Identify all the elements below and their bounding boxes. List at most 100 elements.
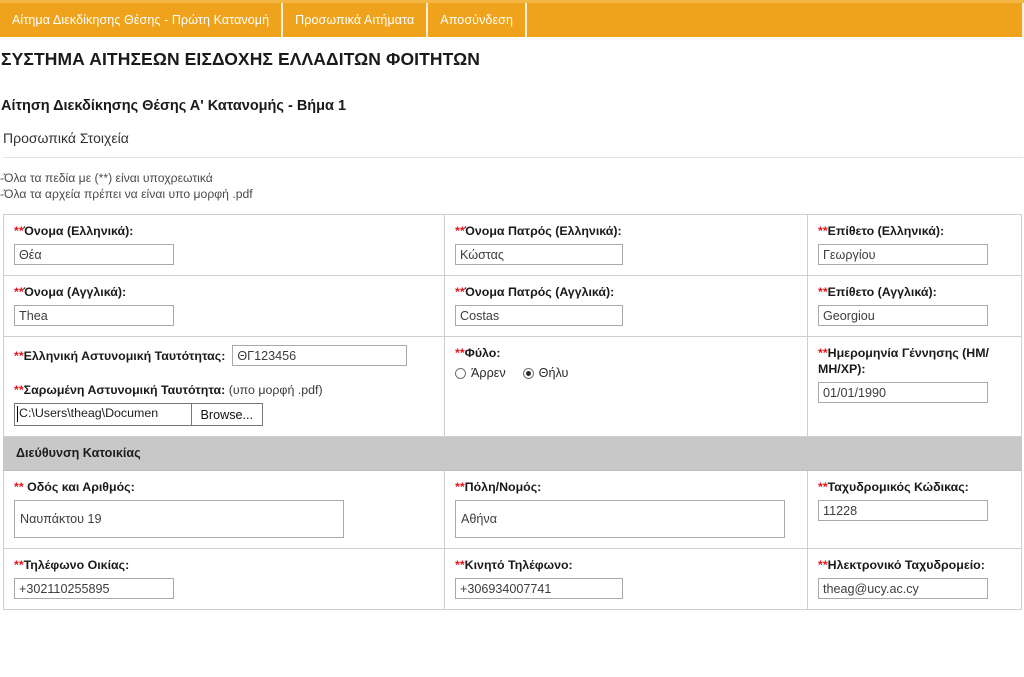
label-street: ** Οδός και Αριθμός: <box>14 479 434 495</box>
label-text: Όνομα (Ελληνικά): <box>23 224 134 238</box>
required-marker: ** <box>818 346 828 360</box>
label-text: Ημερομηνία Γέννησης (ΗΜ/ΜΗ/ΧΡ): <box>818 346 990 376</box>
gender-radio-group: Άρρεν Θήλυ <box>455 366 797 380</box>
email-input[interactable] <box>818 578 988 599</box>
required-marker: ** <box>14 224 24 238</box>
street-input[interactable] <box>14 500 344 538</box>
label-text: Πόλη/Νομός: <box>464 480 542 494</box>
cell-first-name-en: **Όνομα (Αγγλικά): <box>3 275 445 337</box>
father-name-gr-input[interactable] <box>455 244 623 265</box>
cell-city: **Πόλη/Νομός: <box>444 470 808 549</box>
required-marker: ** <box>455 224 465 238</box>
label-mobile-phone: **Κινητό Τηλέφωνο: <box>455 557 797 573</box>
mobile-phone-input[interactable] <box>455 578 623 599</box>
address-section-title: Διεύθυνση Κατοικίας <box>16 446 141 460</box>
file-path-text[interactable]: C:\Users\theag\Documen <box>15 404 192 425</box>
nav-item-logout[interactable]: Αποσύνδεση <box>428 3 528 37</box>
label-id-number: **Ελληνική Αστυνομική Ταυτότητας: <box>14 348 225 364</box>
label-text: Όνομα Πατρός (Αγγλικά): <box>464 285 615 299</box>
cell-father-name-en: **Όνομα Πατρός (Αγγλικά): <box>444 275 808 337</box>
birth-date-input[interactable] <box>818 382 988 403</box>
first-name-en-input[interactable] <box>14 305 174 326</box>
required-marker: ** <box>818 480 828 494</box>
cell-street: ** Οδός και Αριθμός: <box>3 470 445 549</box>
form-notes: -Όλα τα πεδία με (**) είναι υποχρεωτικά … <box>0 170 1024 202</box>
required-marker: ** <box>14 348 24 363</box>
table-row: **Όνομα (Αγγλικά): **Όνομα Πατρός (Αγγλι… <box>3 275 1022 337</box>
table-row: **Τηλέφωνο Οικίας: **Κινητό Τηλέφωνο: **… <box>3 548 1022 610</box>
label-first-name-gr: **Όνομα (Ελληνικά): <box>14 223 434 239</box>
label-last-name-gr: **Επίθετο (Ελληνικά): <box>818 223 1011 239</box>
cell-mobile-phone: **Κινητό Τηλέφωνο: <box>444 548 808 610</box>
cell-last-name-en: **Επίθετο (Αγγλικά): <box>807 275 1022 337</box>
label-city: **Πόλη/Νομός: <box>455 479 797 495</box>
label-text: Επίθετο (Ελληνικά): <box>827 224 945 238</box>
label-father-name-en: **Όνομα Πατρός (Αγγλικά): <box>455 284 797 300</box>
label-postcode: **Ταχυδρομικός Κώδικας: <box>818 479 1011 495</box>
city-input[interactable] <box>455 500 785 538</box>
cell-identity: **Ελληνική Αστυνομική Ταυτότητας: **Σαρω… <box>3 336 445 437</box>
label-first-name-en: **Όνομα (Αγγλικά): <box>14 284 434 300</box>
required-marker: ** <box>818 558 828 572</box>
postcode-input[interactable] <box>818 500 988 521</box>
required-marker: ** <box>455 285 465 299</box>
id-number-input[interactable] <box>232 345 408 366</box>
cell-gender: **Φύλο: Άρρεν Θήλυ <box>444 336 808 437</box>
required-marker: ** <box>818 224 828 238</box>
required-marker: ** <box>14 480 24 494</box>
cell-email: **Ηλεκτρονικό Ταχυδρομείο: <box>807 548 1022 610</box>
id-scan-block: **Σαρωμένη Αστυνομική Ταυτότητα: (υπο μο… <box>14 382 434 426</box>
required-marker: ** <box>455 480 465 494</box>
label-gender: **Φύλο: <box>455 345 797 361</box>
cell-last-name-gr: **Επίθετο (Ελληνικά): <box>807 214 1022 276</box>
last-name-en-input[interactable] <box>818 305 988 326</box>
label-home-phone: **Τηλέφωνο Οικίας: <box>14 557 434 573</box>
label-text: Όνομα (Αγγλικά): <box>23 285 127 299</box>
label-id-scan-hint: (υπο μορφή .pdf) <box>228 383 323 397</box>
cell-first-name-gr: **Όνομα (Ελληνικά): <box>3 214 445 276</box>
address-section-header: Διεύθυνση Κατοικίας <box>3 436 1022 471</box>
cell-home-phone: **Τηλέφωνο Οικίας: <box>3 548 445 610</box>
label-text: Όνομα Πατρός (Ελληνικά): <box>464 224 622 238</box>
required-marker: ** <box>14 383 24 397</box>
table-row: **Όνομα (Ελληνικά): **Όνομα Πατρός (Ελλη… <box>3 214 1022 276</box>
last-name-gr-input[interactable] <box>818 244 988 265</box>
gender-radio-female[interactable] <box>522 367 534 379</box>
required-marker: ** <box>455 346 465 360</box>
note-pdf-format: -Όλα τα αρχεία πρέπει να είναι υπο μορφή… <box>0 187 253 201</box>
home-phone-input[interactable] <box>14 578 174 599</box>
cell-birth-date: **Ημερομηνία Γέννησης (ΗΜ/ΜΗ/ΧΡ): <box>807 336 1022 437</box>
cell-father-name-gr: **Όνομα Πατρός (Ελληνικά): <box>444 214 808 276</box>
label-text: Οδός και Αριθμός: <box>27 480 135 494</box>
table-row: ** Οδός και Αριθμός: **Πόλη/Νομός: **Ταχ… <box>3 470 1022 549</box>
nav-item-claim-request[interactable]: Αίτημα Διεκδίκησης Θέσης - Πρώτη Κατανομ… <box>0 3 284 37</box>
label-last-name-en: **Επίθετο (Αγγλικά): <box>818 284 1011 300</box>
identity-number-row: **Ελληνική Αστυνομική Ταυτότητας: <box>14 345 434 366</box>
section-subtitle: Προσωπικά Στοιχεία <box>3 130 1023 158</box>
page-content: ΣΥΣΤΗΜΑ ΑΙΤΗΣΕΩΝ ΕΙΣΔΟΧΗΣ ΕΛΛΑΔΙΤΩΝ ΦΟΙΤ… <box>0 49 1024 610</box>
nav-item-label: Αποσύνδεση <box>440 13 514 27</box>
father-name-en-input[interactable] <box>455 305 623 326</box>
gender-label-male: Άρρεν <box>471 366 506 380</box>
form-title: Αίτηση Διεκδίκησης Θέσης Α' Κατανομής - … <box>1 98 347 114</box>
label-text: Ταχυδρομικός Κώδικας: <box>827 480 969 494</box>
table-row: **Ελληνική Αστυνομική Ταυτότητας: **Σαρω… <box>3 336 1022 437</box>
label-birth-date: **Ημερομηνία Γέννησης (ΗΜ/ΜΗ/ΧΡ): <box>818 345 1011 377</box>
first-name-gr-input[interactable] <box>14 244 174 265</box>
label-father-name-gr: **Όνομα Πατρός (Ελληνικά): <box>455 223 797 239</box>
required-marker: ** <box>14 558 24 572</box>
nav-item-label: Προσωπικά Αιτήματα <box>295 13 415 27</box>
label-id-scan: **Σαρωμένη Αστυνομική Ταυτότητα: (υπο μο… <box>14 382 434 398</box>
label-text: Ελληνική Αστυνομική Ταυτότητας: <box>23 348 226 363</box>
label-text: Ηλεκτρονικό Ταχυδρομείο: <box>827 558 985 572</box>
gender-radio-male[interactable] <box>455 367 466 379</box>
id-scan-file-input[interactable]: C:\Users\theag\Documen Browse... <box>14 403 263 426</box>
nav-empty-space <box>527 3 1024 37</box>
gender-label-female: Θήλυ <box>538 366 569 380</box>
note-required-fields: -Όλα τα πεδία με (**) είναι υποχρεωτικά <box>0 171 213 185</box>
page-title: ΣΥΣΤΗΜΑ ΑΙΤΗΣΕΩΝ ΕΙΣΔΟΧΗΣ ΕΛΛΑΔΙΤΩΝ ΦΟΙΤ… <box>1 49 481 69</box>
label-text: Κινητό Τηλέφωνο: <box>464 558 573 572</box>
required-marker: ** <box>455 558 465 572</box>
browse-button[interactable]: Browse... <box>191 404 262 425</box>
nav-item-personal-requests[interactable]: Προσωπικά Αιτήματα <box>283 3 429 37</box>
